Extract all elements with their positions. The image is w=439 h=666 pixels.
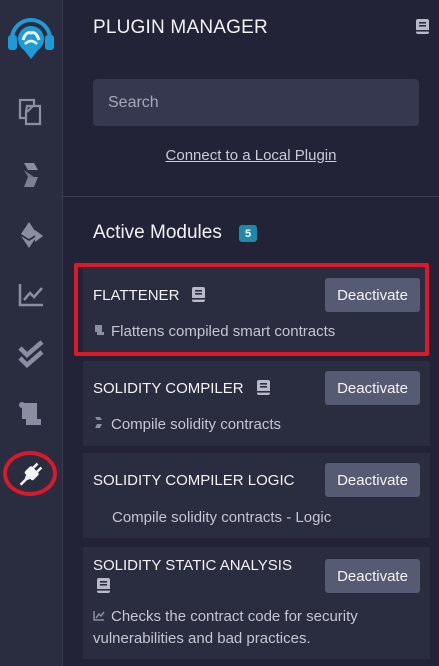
flattener-scroll-icon bbox=[93, 321, 105, 343]
divider bbox=[63, 196, 439, 197]
module-description: Checks the contract code for security vu… bbox=[93, 606, 358, 650]
module-card-solidity-static-analysis: SOLIDITY STATIC ANALYSIS Deactivate Chec… bbox=[83, 547, 430, 659]
icon-sidebar bbox=[0, 0, 63, 666]
flattener-scroll-icon[interactable] bbox=[0, 395, 62, 431]
module-name: FLATTENER bbox=[93, 287, 180, 304]
remix-logo-icon[interactable] bbox=[0, 8, 62, 62]
deactivate-button[interactable]: Deactivate bbox=[325, 371, 420, 405]
module-card-flattener: FLATTENER Deactivate Flattens compiled s… bbox=[83, 267, 430, 352]
module-description-text: Compile solidity contracts bbox=[111, 416, 282, 433]
module-name: SOLIDITY STATIC ANALYSIS bbox=[93, 557, 292, 574]
book-icon[interactable] bbox=[257, 380, 270, 400]
module-description-line-2: vulnerabilities and bad practices. bbox=[93, 630, 311, 648]
module-description-text: Flattens compiled smart contracts bbox=[111, 323, 336, 340]
plugin-manager-panel: PLUGIN MANAGER Connect to a Local Plugin… bbox=[63, 0, 439, 666]
testing-check-icon[interactable] bbox=[0, 336, 62, 372]
solidity-compiler-icon bbox=[93, 414, 105, 436]
module-name: SOLIDITY COMPILER bbox=[93, 380, 244, 397]
module-description: Compile solidity contracts - Logic bbox=[112, 509, 332, 526]
solidity-compiler-icon[interactable] bbox=[0, 157, 62, 193]
deactivate-button[interactable]: Deactivate bbox=[325, 559, 420, 593]
file-explorer-icon[interactable] bbox=[0, 94, 62, 130]
search-input[interactable] bbox=[93, 79, 419, 126]
deactivate-button[interactable]: Deactivate bbox=[325, 278, 420, 312]
book-icon[interactable] bbox=[416, 19, 429, 39]
connect-local-plugin-link[interactable]: Connect to a Local Plugin bbox=[63, 147, 439, 164]
analysis-chart-icon bbox=[93, 606, 105, 628]
module-description: Compile solidity contracts bbox=[93, 414, 281, 436]
book-icon[interactable] bbox=[192, 287, 205, 307]
module-description-line-1: Checks the contract code for security bbox=[111, 608, 358, 625]
analysis-chart-icon[interactable] bbox=[0, 277, 62, 313]
deploy-run-icon[interactable] bbox=[0, 217, 62, 253]
active-modules-heading: Active Modules bbox=[93, 222, 222, 243]
module-card-solidity-compiler-logic: SOLIDITY COMPILER LOGIC Deactivate Compi… bbox=[83, 453, 430, 538]
module-name: SOLIDITY COMPILER LOGIC bbox=[93, 472, 295, 489]
panel-title: PLUGIN MANAGER bbox=[93, 17, 268, 38]
book-icon[interactable] bbox=[97, 578, 110, 598]
module-description: Flattens compiled smart contracts bbox=[93, 321, 335, 343]
deactivate-button[interactable]: Deactivate bbox=[325, 463, 420, 497]
module-card-solidity-compiler: SOLIDITY COMPILER Deactivate Compile sol… bbox=[83, 361, 430, 446]
active-modules-count-badge: 5 bbox=[239, 225, 257, 242]
plugin-plug-icon[interactable] bbox=[0, 455, 62, 493]
